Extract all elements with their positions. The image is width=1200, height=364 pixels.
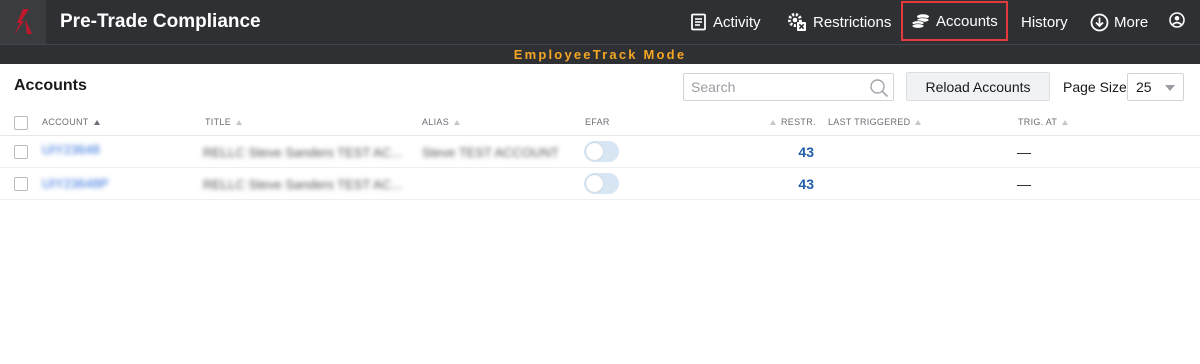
sort-icon	[770, 119, 776, 125]
efar-toggle[interactable]	[584, 173, 619, 194]
page-size-label: Page Size	[1063, 79, 1127, 95]
column-title-label: TITLE	[205, 117, 232, 127]
account-link[interactable]: UIY23648	[42, 142, 100, 157]
search-icon[interactable]	[868, 77, 890, 104]
sort-icon	[236, 119, 243, 125]
column-header-trig-at[interactable]: TRIG. AT	[1018, 117, 1069, 127]
coins-icon	[911, 13, 931, 29]
download-circle-icon	[1090, 13, 1109, 32]
account-link[interactable]: UIY23648P	[42, 176, 109, 191]
sort-icon	[1062, 119, 1069, 125]
page-size-value: 25	[1136, 79, 1152, 95]
column-header-last-triggered[interactable]: LAST TRIGGERED	[828, 117, 922, 127]
efar-toggle[interactable]	[584, 141, 619, 162]
column-header-efar[interactable]: EFAR	[585, 117, 610, 127]
nav-history[interactable]: History	[1021, 0, 1068, 44]
column-account-label: ACCOUNT	[42, 117, 89, 127]
account-title: RELLC Steve Sanders TEST AC...	[203, 145, 402, 160]
trig-at: —	[1017, 176, 1031, 192]
column-trig-at-label: TRIG. AT	[1018, 117, 1058, 127]
nav-activity-label: Activity	[713, 13, 761, 31]
app-title: Pre-Trade Compliance	[60, 11, 261, 32]
nav-accounts[interactable]: Accounts	[901, 1, 1008, 41]
gear-restrictions-icon	[786, 11, 808, 33]
column-header-alias[interactable]: ALIAS	[422, 117, 461, 127]
sort-icon	[915, 119, 922, 125]
table-row[interactable]: UIY23648 RELLC Steve Sanders TEST AC... …	[0, 136, 1200, 168]
reload-accounts-button[interactable]: Reload Accounts	[906, 72, 1050, 101]
restrictions-count[interactable]: 43	[780, 176, 814, 192]
user-profile-icon	[1169, 12, 1185, 32]
nav-more-label: More	[1114, 13, 1149, 31]
search-box	[683, 73, 894, 101]
nav-more[interactable]: More	[1090, 0, 1148, 44]
column-header-restr[interactable]: RESTR.	[770, 117, 816, 127]
select-all-checkbox[interactable]	[14, 116, 28, 130]
table-row[interactable]: UIY23648P RELLC Steve Sanders TEST AC...…	[0, 168, 1200, 200]
column-alias-label: ALIAS	[422, 117, 450, 127]
activity-icon	[690, 13, 708, 31]
top-navigation-bar: Pre-Trade Compliance Activity Restrictio…	[0, 0, 1200, 44]
mode-banner: EmployeeTrack Mode	[0, 44, 1200, 64]
nav-accounts-label: Accounts	[936, 12, 998, 30]
restrictions-count[interactable]: 43	[780, 144, 814, 160]
account-title: RELLC Steve Sanders TEST AC...	[203, 177, 402, 192]
section-title: Accounts	[14, 77, 87, 94]
column-restr-label: RESTR.	[781, 117, 816, 127]
column-header-account[interactable]: ACCOUNT	[42, 117, 100, 127]
account-alias: Steve TEST ACCOUNT	[422, 145, 559, 160]
sort-icon	[454, 119, 461, 125]
column-header-title[interactable]: TITLE	[205, 117, 243, 127]
column-last-triggered-label: LAST TRIGGERED	[828, 117, 911, 127]
nav-activity[interactable]: Activity	[690, 0, 761, 44]
user-profile-button[interactable]	[1169, 0, 1185, 44]
page-size-select[interactable]: 25	[1127, 73, 1184, 101]
column-efar-label: EFAR	[585, 117, 610, 127]
search-input[interactable]	[684, 74, 864, 100]
nav-history-label: History	[1021, 13, 1068, 31]
brand-logo[interactable]	[0, 0, 46, 44]
row-checkbox[interactable]	[14, 145, 28, 159]
sort-asc-icon	[93, 119, 100, 125]
mode-banner-text: EmployeeTrack Mode	[513, 47, 687, 62]
trig-at: —	[1017, 144, 1031, 160]
nav-restrictions-label: Restrictions	[813, 13, 892, 31]
brand-logo-icon	[14, 9, 32, 35]
toggle-knob	[586, 175, 603, 192]
chevron-down-icon	[1165, 85, 1175, 91]
table-header: ACCOUNT TITLE ALIAS EFAR RESTR. LAST TRI…	[0, 110, 1200, 136]
nav-restrictions[interactable]: Restrictions	[786, 0, 891, 44]
row-checkbox[interactable]	[14, 177, 28, 191]
toggle-knob	[586, 143, 603, 160]
